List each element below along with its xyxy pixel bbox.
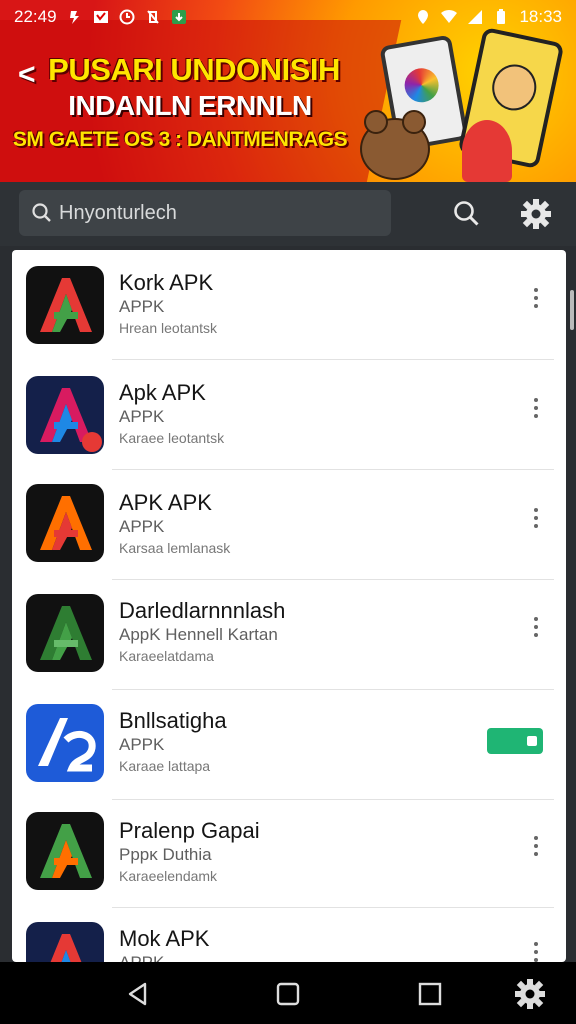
app-list: Kork APK APPK Hrean leotantsk Apk APK AP… <box>12 250 566 962</box>
list-item[interactable]: APK APK APPK Karsaa lemlanask <box>12 470 566 580</box>
more-vert-icon[interactable] <box>524 932 548 962</box>
app-description: Karaeelendamk <box>119 868 218 884</box>
app-subtitle: APPK <box>119 517 165 536</box>
app-subtitle: Pppĸ Duthia <box>119 845 212 864</box>
app-title: Apk APK <box>119 380 206 405</box>
status-time-right: 18:33 <box>519 7 562 26</box>
list-item[interactable]: Mok APK APPK <box>12 908 566 962</box>
app-description: Hrean leotantsk <box>119 320 218 336</box>
app-description: Karaae lattapa <box>119 758 211 774</box>
more-vert-icon[interactable] <box>524 826 548 866</box>
app-logo-icon <box>26 594 104 672</box>
scrollbar[interactable] <box>570 290 574 330</box>
app-logo-icon <box>26 704 104 782</box>
install-toggle[interactable] <box>487 728 543 754</box>
app-description: Karaeelatdama <box>119 648 214 664</box>
app-title: Bnllsatigha <box>119 708 227 733</box>
settings-nav-button[interactable] <box>510 974 550 1014</box>
battery-icon <box>497 9 506 24</box>
search-button[interactable] <box>447 194 487 234</box>
download-icon <box>171 10 186 24</box>
app-title: Darledlarnnnlash <box>119 598 286 623</box>
app-subtitle: APPK <box>119 407 165 426</box>
settings-button[interactable] <box>516 194 556 234</box>
banner-line-3: SM GAETE OS 3 : DANTMENRAGS <box>12 128 348 151</box>
search-icon <box>454 201 479 226</box>
app-subtitle: APPK <box>119 953 164 962</box>
app-description: Karsaa lemlanask <box>119 540 231 556</box>
more-vert-icon[interactable] <box>524 388 548 428</box>
home-button[interactable] <box>268 974 308 1014</box>
clock-icon <box>119 9 135 25</box>
status-bar: 22:49 18:33 <box>0 0 576 34</box>
app-logo-icon <box>26 812 104 890</box>
app-subtitle: APPK <box>119 297 165 316</box>
more-vert-icon[interactable] <box>524 278 548 318</box>
boy-illustration <box>462 120 512 182</box>
banner-line-2: INDANLN ERNNLN <box>68 90 312 121</box>
search-box[interactable] <box>19 190 391 236</box>
recents-button[interactable] <box>410 974 450 1014</box>
navigation-bar <box>0 962 576 1024</box>
app-title: Mok APK <box>119 926 210 951</box>
banner-line-1: PUSARI UNDONISIH <box>48 52 340 87</box>
back-button[interactable] <box>118 974 158 1014</box>
status-time-left: 22:49 <box>14 7 57 26</box>
back-icon <box>128 982 147 1006</box>
app-description: Karaee leotantsk <box>119 430 225 446</box>
app-notification-icon <box>93 11 108 23</box>
location-icon <box>418 10 429 24</box>
more-vert-icon[interactable] <box>524 498 548 538</box>
app-subtitle: APPK <box>119 735 165 754</box>
app-title: Kork APK <box>119 270 214 295</box>
recents-icon <box>418 982 442 1006</box>
app-logo-icon <box>26 922 104 962</box>
app-logo-icon <box>26 266 104 344</box>
app-title: APK APK <box>119 490 212 515</box>
list-item[interactable]: Darledlarnnnlash AppK Hennell Kartan Kar… <box>12 580 566 690</box>
chevron-left-icon[interactable]: < <box>18 58 36 92</box>
notification-icon <box>69 11 79 24</box>
search-input[interactable] <box>53 201 379 225</box>
app-logo-icon <box>26 376 104 454</box>
mute-icon <box>146 10 159 24</box>
more-vert-icon[interactable] <box>524 607 548 647</box>
list-item[interactable]: Apk APK APPK Karaee leotantsk <box>12 360 566 470</box>
list-item[interactable]: Kork APK APPK Hrean leotantsk <box>12 250 566 360</box>
gear-icon <box>521 199 551 229</box>
home-icon <box>276 982 300 1006</box>
app-title: Pralenp Gapai <box>119 818 260 843</box>
search-icon <box>32 203 51 222</box>
app-logo-icon <box>26 484 104 562</box>
gear-icon <box>515 979 545 1009</box>
app-subtitle: AppK Hennell Kartan <box>119 625 278 644</box>
wifi-icon <box>441 9 458 23</box>
bear-illustration <box>360 110 430 180</box>
signal-icon <box>468 10 483 24</box>
list-item[interactable]: Bnllsatigha APPK Karaae lattapa <box>12 690 566 800</box>
list-item[interactable]: Pralenp Gapai Pppĸ Duthia Karaeelendamk <box>12 798 566 908</box>
